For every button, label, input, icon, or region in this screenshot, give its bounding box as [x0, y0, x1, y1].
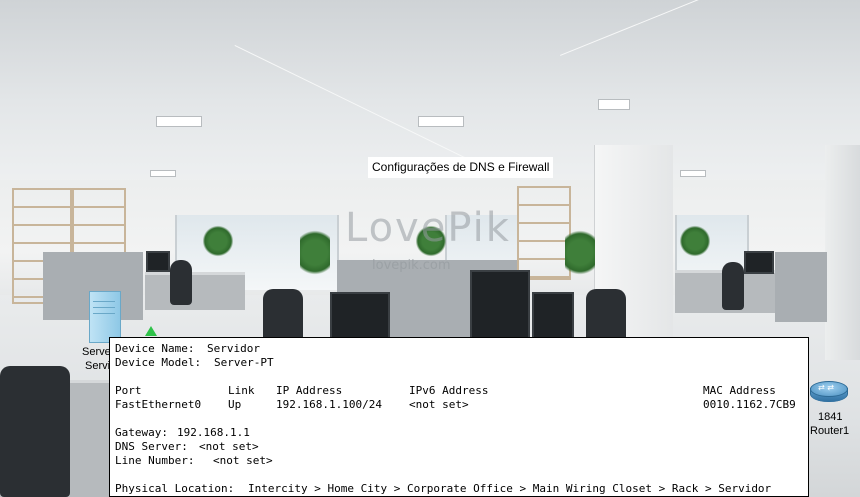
cubicle-partition	[775, 252, 827, 322]
chair	[170, 260, 192, 305]
ceiling-light	[680, 170, 706, 177]
port-header: Port	[115, 384, 142, 397]
device-name-label: Device Name:	[115, 342, 195, 355]
watermark-url: lovepik.com	[372, 258, 451, 273]
router-icon[interactable]: ⇄ ⇄	[808, 381, 848, 411]
chair	[263, 289, 303, 341]
plant	[203, 225, 233, 257]
monitor	[146, 251, 170, 272]
gateway-row: Gateway: 192.168.1.1	[115, 426, 808, 440]
pillar	[825, 145, 860, 360]
interface-header-row: Port Link IP Address IPv6 Address MAC Ad…	[115, 384, 808, 398]
location-value: Intercity > Home City > Corporate Office…	[248, 482, 772, 495]
mac-header: MAC Address	[703, 384, 776, 397]
gateway-value: 192.168.1.1	[177, 426, 250, 439]
server-body	[89, 291, 121, 343]
link-header: Link	[228, 384, 255, 397]
server-icon[interactable]	[89, 291, 121, 343]
mac-value: 0010.1162.7CB9	[703, 398, 796, 411]
ipv6-header: IPv6 Address	[409, 384, 489, 397]
link-up-triangle-icon	[145, 326, 157, 336]
chair	[586, 289, 626, 341]
ipv6-value: <not set>	[409, 398, 469, 411]
line-number-row: Line Number: <not set>	[115, 454, 808, 468]
device-model-label: Device Model:	[115, 356, 202, 369]
chair	[722, 262, 744, 310]
server-slot	[93, 313, 115, 314]
server-slot	[93, 301, 115, 302]
dns-row: DNS Server: <not set>	[115, 440, 808, 454]
device-info-tooltip: Device Name: Servidor Device Model: Serv…	[109, 337, 809, 497]
device-name-value: Servidor	[207, 342, 260, 355]
monitor	[470, 270, 530, 342]
interface-row: FastEthernet0 Up 192.168.1.100/24 <not s…	[115, 398, 808, 412]
router-arrows-icon: ⇄ ⇄	[818, 383, 834, 392]
port-value: FastEthernet0	[115, 398, 202, 411]
device-model-row: Device Model: Server-PT	[115, 356, 808, 370]
gateway-label: Gateway:	[115, 426, 168, 439]
router-model-label[interactable]: 1841	[818, 411, 842, 423]
router-name-label[interactable]: Router1	[810, 425, 849, 437]
device-model-value: Server-PT	[214, 356, 274, 369]
desk	[145, 272, 245, 310]
server-slot	[93, 307, 115, 308]
ceiling-light	[418, 116, 464, 127]
link-value: Up	[228, 398, 242, 411]
ceiling-light	[150, 170, 176, 177]
dns-value: <not set>	[199, 440, 259, 453]
plant	[680, 225, 710, 257]
line-number-value: <not set>	[213, 454, 273, 467]
monitor	[744, 251, 774, 274]
physical-location-row: Physical Location: Intercity > Home City…	[115, 482, 808, 496]
plant	[300, 225, 330, 280]
location-label: Physical Location:	[115, 482, 235, 495]
shelf	[517, 186, 571, 280]
dns-label: DNS Server:	[115, 440, 188, 453]
canvas-note-label[interactable]: Configurações de DNS e Firewall	[368, 157, 554, 178]
ip-value: 192.168.1.100/24	[276, 398, 382, 411]
ip-header: IP Address	[276, 384, 343, 397]
ceiling-light	[156, 116, 202, 127]
line-number-label: Line Number:	[115, 454, 195, 467]
watermark: LovePik	[345, 205, 511, 251]
chair	[0, 366, 70, 497]
plant	[565, 225, 595, 280]
ceiling-light	[598, 99, 630, 110]
device-name-row: Device Name: Servidor	[115, 342, 808, 356]
